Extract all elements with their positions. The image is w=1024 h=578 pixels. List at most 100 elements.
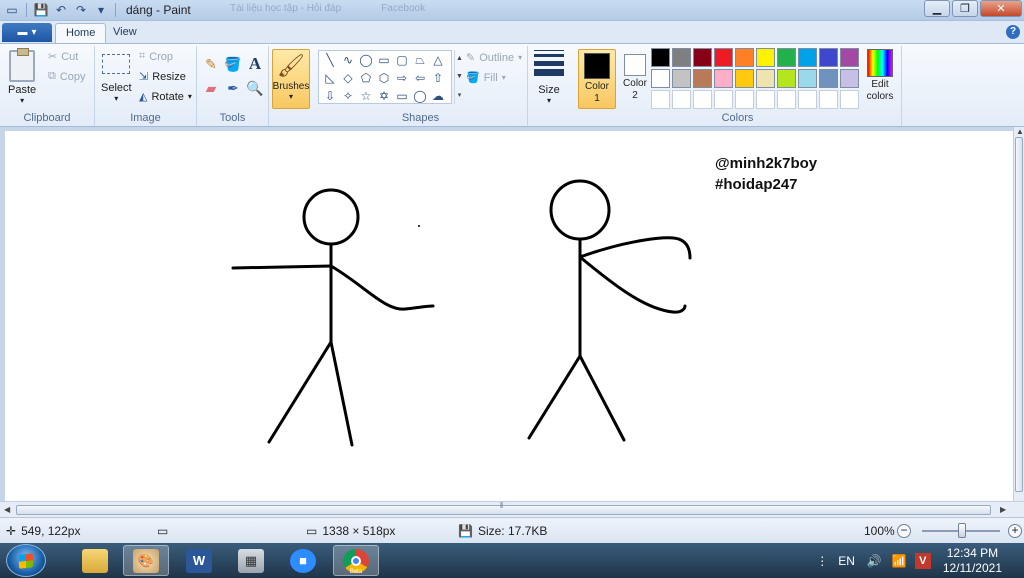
scroll-up-icon[interactable]: ▲ [456, 55, 463, 62]
crop-button[interactable]: ⌗ Crop [139, 50, 173, 63]
vietkey-icon[interactable]: V [914, 552, 931, 569]
custom-color-slot[interactable] [693, 90, 712, 109]
palette-swatch[interactable] [651, 48, 670, 67]
custom-color-slot[interactable] [840, 90, 859, 109]
paint-app-icon[interactable]: ▭ [4, 2, 20, 18]
palette-swatch[interactable] [756, 48, 775, 67]
down-arrow-icon[interactable]: ⇩ [321, 87, 339, 105]
palette-swatch[interactable] [651, 69, 670, 88]
fill-button[interactable]: 🪣 Fill ▾ [466, 71, 506, 85]
polygon-icon[interactable]: ⏢ [411, 51, 429, 69]
hexagon-icon[interactable]: ⬡ [375, 69, 393, 87]
palette-swatch[interactable] [735, 69, 754, 88]
taskbar-explorer[interactable] [72, 545, 118, 576]
edit-colors-button[interactable]: Edit colors [860, 49, 900, 103]
eraser-icon[interactable]: ▰ [201, 78, 221, 98]
scroll-down-icon[interactable]: ▼ [456, 73, 463, 80]
rectangle-icon[interactable]: ▭ [375, 51, 393, 69]
palette-swatch[interactable] [840, 69, 859, 88]
color2-button[interactable]: Color 2 [616, 49, 654, 109]
up-arrow-icon[interactable]: ⇧ [429, 69, 447, 87]
tab-home[interactable]: Home [55, 23, 107, 43]
start-button[interactable] [6, 544, 46, 577]
cut-button[interactable]: ✂ Cut [48, 50, 78, 64]
expand-icon[interactable]: ▾ [458, 91, 462, 99]
copy-button[interactable]: ⧉ Copy [48, 70, 86, 83]
taskbar-calculator[interactable]: ▦ [228, 545, 274, 576]
paste-button[interactable]: Paste ▾ [8, 48, 36, 105]
palette-swatch[interactable] [777, 48, 796, 67]
redo-icon[interactable]: ↷ [73, 2, 89, 18]
five-point-star-icon[interactable]: ☆ [357, 87, 375, 105]
custom-color-slot[interactable] [819, 90, 838, 109]
custom-color-slot[interactable] [651, 90, 670, 109]
clock[interactable]: 12:34 PM 12/11/2021 [943, 546, 1002, 576]
line-icon[interactable]: ╲ [321, 51, 339, 69]
scroll-up-icon[interactable]: ▲ [1016, 127, 1024, 136]
callout-cloud-icon[interactable]: ☁ [429, 87, 447, 105]
color-picker-icon[interactable]: ✒ [223, 78, 243, 98]
taskbar-chrome[interactable]: Beta [333, 545, 379, 576]
taskbar-word[interactable]: W [176, 545, 222, 576]
custom-color-slot[interactable] [714, 90, 733, 109]
palette-swatch[interactable] [672, 69, 691, 88]
palette-swatch[interactable] [798, 48, 817, 67]
tab-view[interactable]: View [103, 23, 147, 43]
custom-color-slot[interactable] [798, 90, 817, 109]
fill-bucket-icon[interactable]: 🪣 [223, 54, 243, 74]
volume-icon[interactable]: 🔊 [867, 554, 882, 568]
rounded-rectangle-icon[interactable]: ▢ [393, 51, 411, 69]
pentagon-icon[interactable]: ⬠ [357, 69, 375, 87]
help-icon[interactable]: ? [1006, 25, 1020, 39]
custom-color-slot[interactable] [672, 90, 691, 109]
callout-rect-icon[interactable]: ▭ [393, 87, 411, 105]
palette-swatch[interactable] [672, 48, 691, 67]
palette-swatch[interactable] [840, 48, 859, 67]
brushes-button[interactable]: 🖌 Brushes ▾ [272, 49, 310, 109]
custom-color-slot[interactable] [777, 90, 796, 109]
palette-swatch[interactable] [693, 48, 712, 67]
zoom-slider-thumb[interactable] [958, 523, 966, 538]
zoom-out-button[interactable]: − [897, 524, 911, 538]
palette-swatch[interactable] [693, 69, 712, 88]
left-arrow-icon[interactable]: ⇦ [411, 69, 429, 87]
text-icon[interactable]: A [245, 54, 265, 74]
resize-button[interactable]: ⇲ Resize [139, 70, 186, 84]
close-button[interactable]: ✕ [980, 0, 1022, 17]
color1-button[interactable]: Color 1 [578, 49, 616, 109]
palette-swatch[interactable] [714, 69, 733, 88]
oval-icon[interactable]: ◯ [357, 51, 375, 69]
palette-swatch[interactable] [819, 48, 838, 67]
taskbar-paint[interactable]: 🎨 [123, 545, 169, 576]
rotate-button[interactable]: ◭ Rotate ▾ [139, 90, 192, 104]
four-point-star-icon[interactable]: ✧ [339, 87, 357, 105]
maximize-button[interactable]: ❐ [952, 0, 978, 17]
palette-swatch[interactable] [777, 69, 796, 88]
scroll-left-icon[interactable]: ◀ [4, 505, 10, 514]
undo-icon[interactable]: ↶ [53, 2, 69, 18]
scroll-right-icon[interactable]: ▶ [1000, 505, 1006, 514]
custom-color-slot[interactable] [756, 90, 775, 109]
network-icon[interactable]: 📶 [892, 554, 907, 568]
vertical-scroll-thumb[interactable] [1015, 137, 1023, 492]
paint-menu-button[interactable]: ▬ ▾ [2, 23, 52, 42]
right-arrow-icon[interactable]: ⇨ [393, 69, 411, 87]
palette-swatch[interactable] [714, 48, 733, 67]
callout-oval-icon[interactable]: ◯ [411, 87, 429, 105]
taskbar-zoom[interactable]: ■ [280, 545, 326, 576]
save-icon[interactable]: 💾 [33, 2, 49, 18]
horizontal-scrollbar[interactable]: ◀ ⦀ ▶ [0, 501, 1024, 517]
size-button[interactable]: Size ▾ [534, 50, 564, 105]
right-triangle-icon[interactable]: ◺ [321, 69, 339, 87]
shapes-scroll[interactable]: ▲ ▼ ▾ [454, 50, 464, 104]
palette-swatch[interactable] [756, 69, 775, 88]
language-indicator[interactable]: EN [838, 554, 855, 568]
pencil-icon[interactable]: ✎ [201, 54, 221, 74]
palette-swatch[interactable] [819, 69, 838, 88]
custom-color-slot[interactable] [735, 90, 754, 109]
curve-icon[interactable]: ∿ [339, 51, 357, 69]
six-point-star-icon[interactable]: ✡ [375, 87, 393, 105]
vertical-scrollbar[interactable]: ▲ [1013, 127, 1024, 501]
show-hidden-icons[interactable]: ⋮ [816, 554, 828, 568]
outline-button[interactable]: ✎ Outline ▾ [466, 51, 522, 65]
